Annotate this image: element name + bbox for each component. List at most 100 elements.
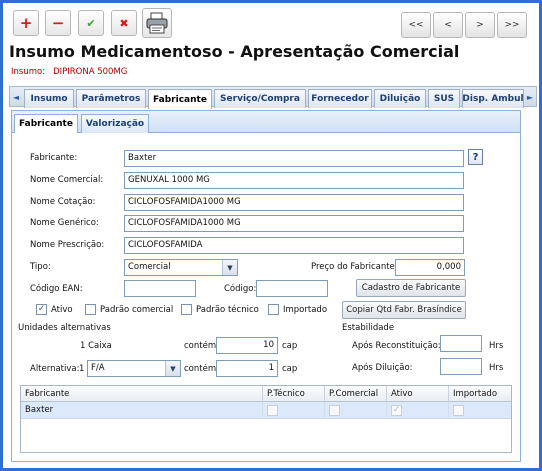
grid-header-fabricante[interactable]: Fabricante — [21, 386, 263, 402]
estabilidade-section-label: Estabilidade — [342, 323, 395, 333]
nome-comercial-label: Nome Comercial: — [30, 175, 104, 185]
importado-checkbox[interactable] — [268, 304, 279, 315]
nome-generico-label: Nome Genérico: — [30, 218, 99, 228]
padrao-comercial-label: Padrão comercial — [100, 305, 174, 315]
tab-parametros[interactable]: Parâmetros — [76, 89, 146, 108]
tab-fornecedor[interactable]: Fornecedor — [308, 89, 372, 108]
copiar-qtd-button[interactable]: Copiar Qtd Fabr. Brasíndice — [342, 301, 466, 319]
printer-icon — [146, 12, 168, 34]
codigo-label: Código: — [224, 284, 257, 294]
contem-label-2: contém — [184, 364, 217, 374]
tipo-select[interactable]: Comercial ▼ — [124, 259, 238, 276]
fabricante-grid: Fabricante P.Técnico P.Comercial Ativo I… — [20, 385, 512, 453]
tab-scroll-right-icon[interactable]: ► — [525, 90, 535, 105]
padrao-tecnico-label: Padrão técnico — [196, 305, 259, 315]
confirm-button[interactable]: ✔ — [78, 10, 104, 36]
importado-label: Importado — [283, 305, 328, 315]
tab-disp-ambul[interactable]: Disp. Ambul — [462, 89, 524, 108]
tab-diluicao[interactable]: Diluição — [374, 89, 426, 108]
tab-fabricante[interactable]: Fabricante — [148, 89, 212, 109]
preco-field[interactable]: 0,000 — [395, 259, 465, 276]
nav-first-button[interactable]: << — [401, 12, 431, 38]
ativo-label: Ativo — [51, 305, 73, 315]
alternativa-number: 1 — [79, 364, 85, 374]
alternativa-select[interactable]: F/A ▼ — [87, 360, 181, 377]
add-button[interactable]: + — [13, 10, 39, 36]
cancel-button[interactable]: ✖ — [111, 10, 137, 36]
insumo-label: Insumo: — [11, 67, 46, 77]
check-icon: ✔ — [86, 16, 96, 30]
fabricante-field[interactable]: Baxter — [124, 150, 464, 167]
remove-button[interactable]: − — [45, 10, 71, 36]
padrao-comercial-checkbox[interactable] — [85, 304, 96, 315]
insumo-value: DIPIRONA 500MG — [53, 67, 128, 77]
page-title: Insumo Medicamentoso - Apresentação Come… — [9, 42, 460, 61]
diluicao-field[interactable] — [440, 358, 482, 375]
ean-field[interactable] — [124, 280, 196, 297]
subtab-fabricante[interactable]: Fabricante — [14, 114, 78, 133]
cross-icon: ✖ — [119, 16, 129, 30]
hrs-label-1: Hrs — [489, 341, 504, 351]
tab-sus[interactable]: SUS — [428, 89, 460, 108]
fabricante-panel: Fabricante Valorização Fabricante: Baxte… — [11, 110, 521, 462]
main-tabbar: ◄ Insumo Parâmetros Fabricante Serviço/C… — [9, 86, 537, 109]
sub-tabbar: Fabricante Valorização — [12, 111, 520, 133]
unit-label-1: cap — [282, 341, 298, 351]
grid-cell-ativo: ✓ — [387, 402, 449, 419]
grid-cell-p-comercial — [325, 402, 387, 419]
cadastro-fabricante-button[interactable]: Cadastro de Fabricante — [356, 279, 466, 297]
help-icon: ? — [472, 151, 479, 163]
unidade-row1-field[interactable]: 10 — [216, 337, 278, 354]
nome-generico-field[interactable]: CICLOFOSFAMIDA1000 MG — [124, 215, 464, 232]
contem-label-1: contém — [184, 341, 217, 351]
ativo-checkbox[interactable]: ✓ — [36, 304, 47, 315]
hrs-label-2: Hrs — [489, 363, 504, 373]
plus-icon: + — [19, 14, 33, 32]
unidades-section-label: Unidades alternativas — [18, 323, 111, 333]
grid-header-importado[interactable]: Importado — [449, 386, 511, 402]
p-tecnico-checkbox[interactable] — [267, 405, 278, 416]
chevron-down-icon[interactable]: ▼ — [165, 361, 180, 376]
help-button[interactable]: ? — [468, 149, 483, 165]
grid-cell-importado — [449, 402, 511, 419]
tab-scroll-left-icon[interactable]: ◄ — [11, 90, 21, 105]
tab-insumo[interactable]: Insumo — [24, 89, 74, 108]
grid-importado-checkbox[interactable] — [453, 405, 464, 416]
reconstituicao-field[interactable] — [440, 335, 482, 352]
alternativa-label: Alternativa: — [30, 364, 80, 374]
nome-cotacao-label: Nome Cotação: — [30, 197, 96, 207]
minus-icon: − — [51, 14, 65, 32]
grid-cell-p-tecnico — [263, 402, 325, 419]
table-row[interactable]: Baxter ✓ — [21, 402, 511, 419]
unit-label-2: cap — [282, 364, 298, 374]
unidade-row1-qty: 1 Caixa — [80, 341, 112, 351]
nav-prev-button[interactable]: < — [433, 12, 463, 38]
nome-cotacao-field[interactable]: CICLOFOSFAMIDA1000 MG — [124, 194, 464, 211]
grid-header-p-comercial[interactable]: P.Comercial — [325, 386, 387, 402]
subtab-valorizacao[interactable]: Valorização — [81, 114, 149, 133]
nav-next-button[interactable]: > — [465, 12, 495, 38]
grid-header-ativo[interactable]: Ativo — [387, 386, 449, 402]
nome-prescricao-label: Nome Prescrição: — [30, 240, 105, 250]
nome-prescricao-field[interactable]: CICLOFOSFAMIDA — [124, 237, 464, 254]
reconstituicao-label: Após Reconstituição: — [352, 341, 441, 351]
grid-ativo-checkbox[interactable]: ✓ — [391, 405, 402, 416]
diluicao-label: Após Diluição: — [352, 363, 413, 373]
p-comercial-checkbox[interactable] — [329, 405, 340, 416]
codigo-field[interactable] — [256, 280, 328, 297]
alternativa-selected-value: F/A — [91, 363, 105, 373]
grid-header-p-tecnico[interactable]: P.Técnico — [263, 386, 325, 402]
unidade-row2-field[interactable]: 1 — [216, 360, 278, 377]
tipo-label: Tipo: — [30, 262, 51, 272]
ean-label: Código EAN: — [30, 284, 83, 294]
tab-servico-compra[interactable]: Serviço/Compra — [214, 89, 306, 108]
nome-comercial-field[interactable]: GENUXAL 1000 MG — [124, 172, 464, 189]
grid-cell-fabricante: Baxter — [21, 402, 263, 419]
print-button[interactable] — [142, 8, 172, 38]
padrao-tecnico-checkbox[interactable] — [181, 304, 192, 315]
chevron-down-icon[interactable]: ▼ — [222, 260, 237, 275]
preco-label: Preço do Fabricante: — [311, 262, 398, 272]
nav-last-button[interactable]: >> — [497, 12, 527, 38]
tipo-selected-value: Comercial — [128, 262, 171, 272]
insumo-info: Insumo: DIPIRONA 500MG — [11, 67, 127, 77]
